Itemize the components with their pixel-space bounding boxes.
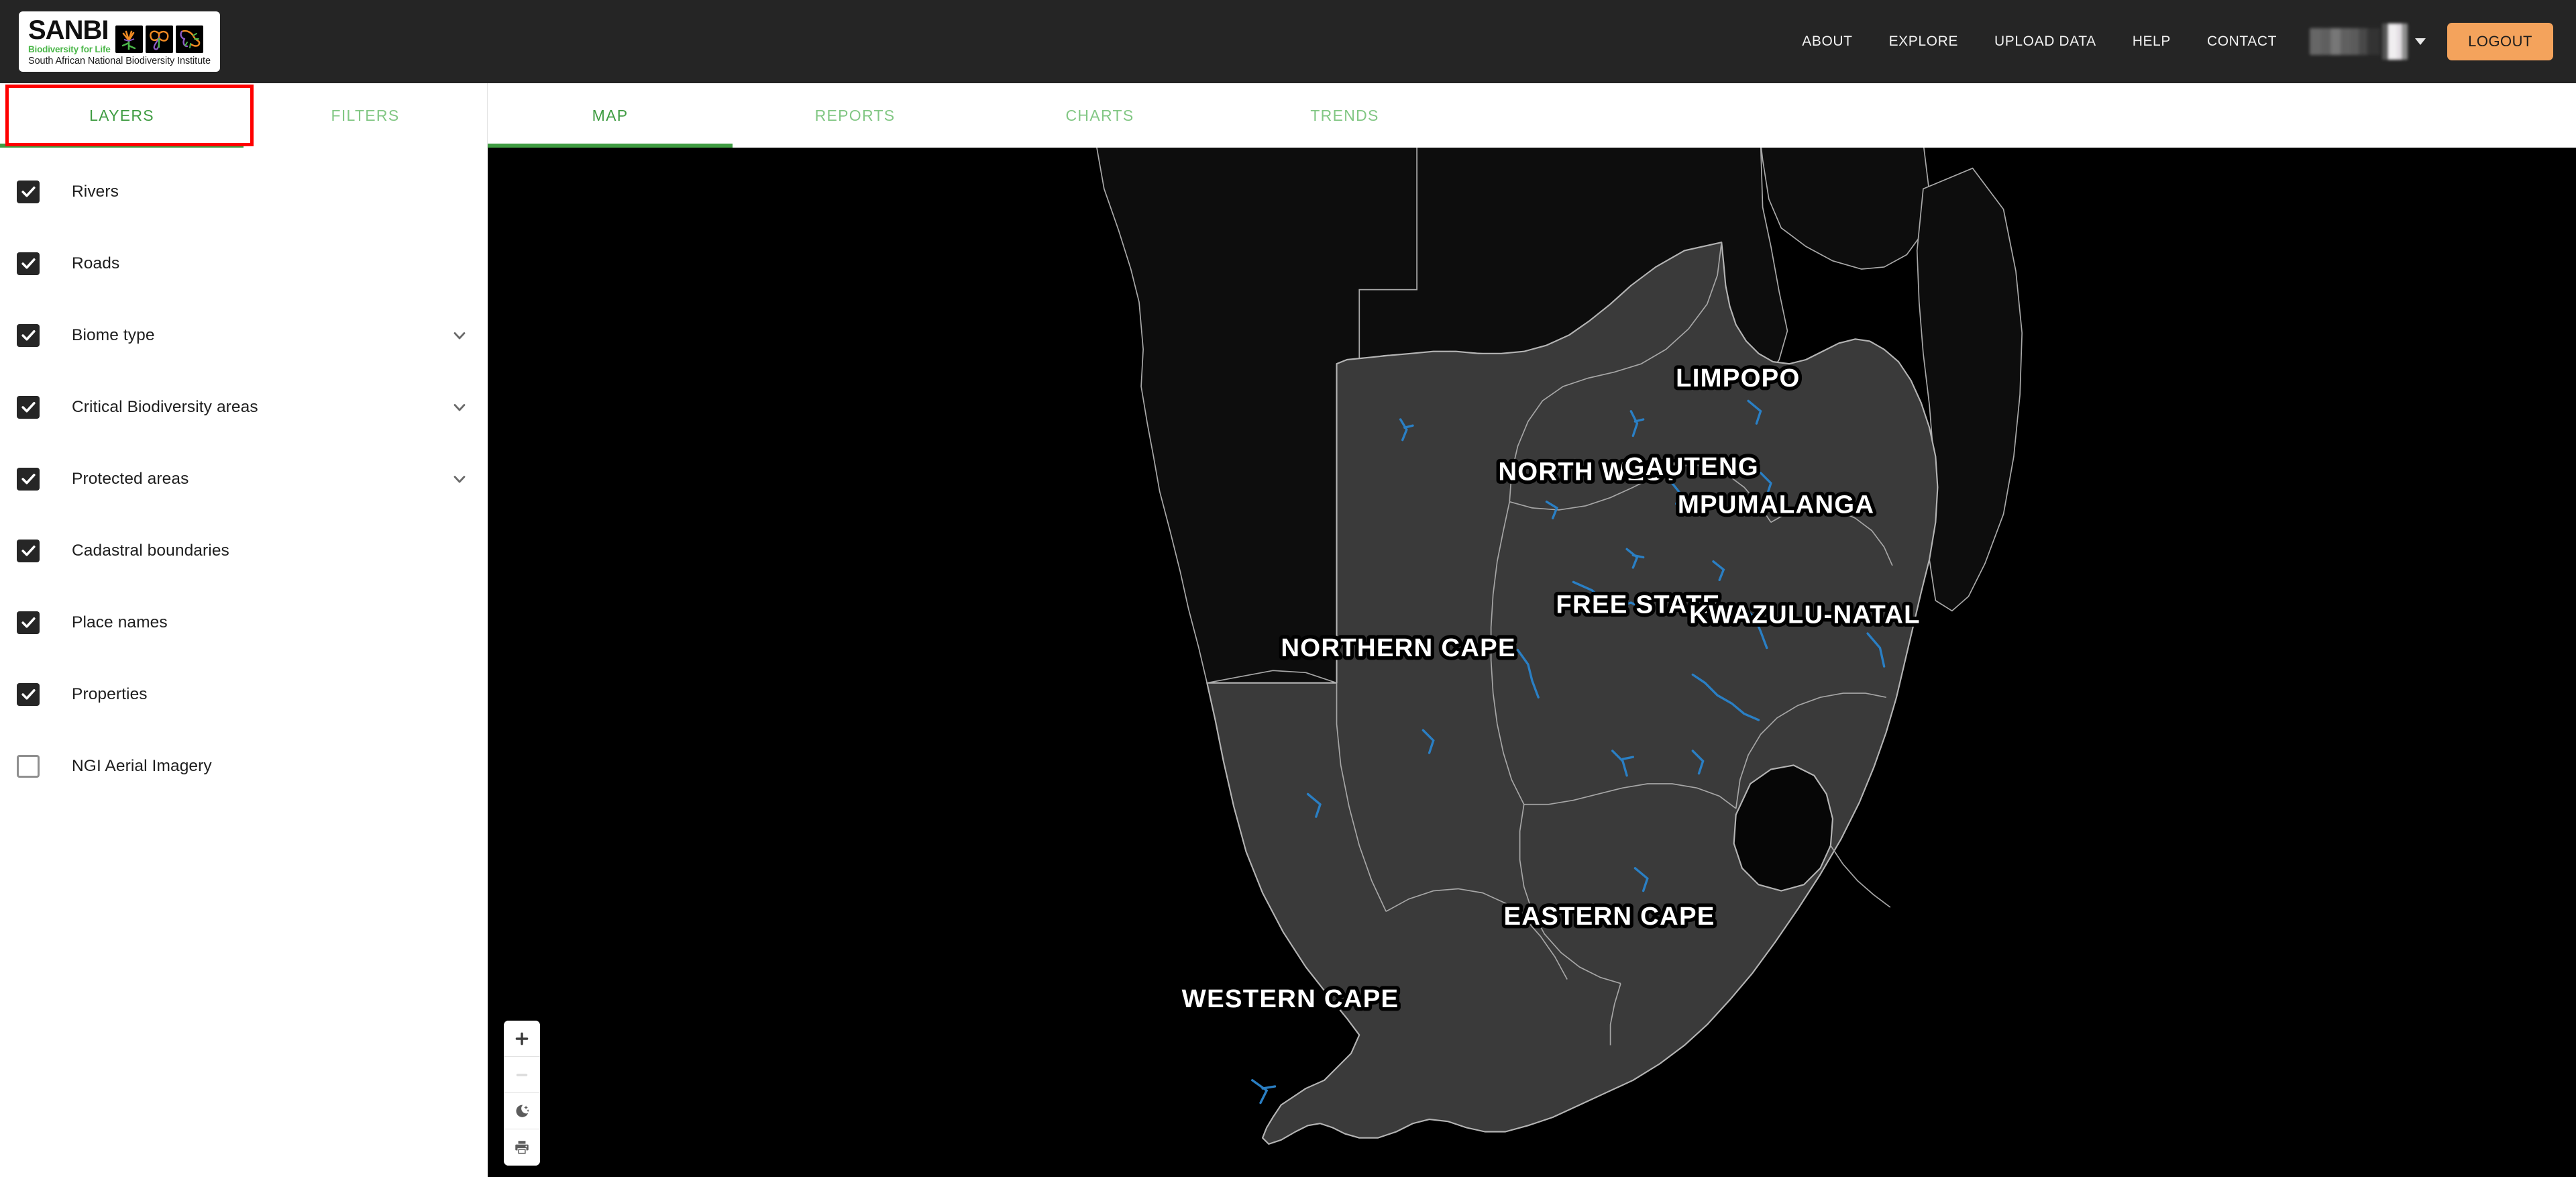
layer-checkbox-critical-biodiversity-areas[interactable] bbox=[17, 395, 40, 419]
layer-checkbox-ngi-aerial-imagery[interactable] bbox=[17, 754, 40, 778]
layer-label-protected-areas: Protected areas bbox=[72, 469, 189, 488]
layers-panel: Rivers Roads Biome type Critical Biodive… bbox=[0, 148, 488, 1177]
gecko-icon bbox=[175, 25, 203, 54]
layer-label-rivers: Rivers bbox=[72, 182, 119, 201]
layer-item-cadastral-boundaries[interactable]: Cadastral boundaries bbox=[0, 515, 488, 586]
layer-checkbox-properties[interactable] bbox=[17, 682, 40, 706]
tab-trends[interactable]: TRENDS bbox=[1222, 83, 1467, 148]
province-label-limpopo: LIMPOPO bbox=[1676, 364, 1800, 393]
layer-label-ngi-aerial-imagery: NGI Aerial Imagery bbox=[72, 756, 212, 775]
layer-item-place-names[interactable]: Place names bbox=[0, 586, 488, 658]
map-canvas[interactable]: LIMPOPO NORTH WEST GAUTENG MPUMALANGA FR… bbox=[488, 148, 2576, 1177]
nav-item-about[interactable]: ABOUT bbox=[1784, 34, 1870, 50]
zoom-in-button[interactable] bbox=[504, 1021, 540, 1057]
layer-label-properties: Properties bbox=[72, 684, 148, 703]
tab-layers[interactable]: LAYERS bbox=[0, 83, 244, 148]
layer-checkbox-place-names[interactable] bbox=[17, 611, 40, 634]
map-svg: LIMPOPO NORTH WEST GAUTENG MPUMALANGA FR… bbox=[997, 148, 2068, 1177]
layer-item-rivers[interactable]: Rivers bbox=[0, 156, 488, 227]
logo-subtitle: South African National Biodiversity Inst… bbox=[28, 56, 211, 67]
logo-icon-tiles bbox=[115, 25, 203, 54]
tab-filters[interactable]: FILTERS bbox=[244, 83, 487, 148]
layer-label-place-names: Place names bbox=[72, 613, 168, 631]
province-label-gauteng: GAUTENG bbox=[1625, 452, 1759, 481]
logout-button[interactable]: LOGOUT bbox=[2447, 23, 2553, 60]
username-redacted-tail bbox=[2382, 23, 2408, 60]
layer-label-cadastral-boundaries: Cadastral boundaries bbox=[72, 541, 229, 560]
strelitzia-flower-icon bbox=[115, 25, 143, 54]
nav-item-upload-data[interactable]: UPLOAD DATA bbox=[1976, 34, 2114, 50]
print-button[interactable] bbox=[504, 1129, 540, 1166]
layer-item-roads[interactable]: Roads bbox=[0, 227, 488, 299]
layer-checkbox-protected-areas[interactable] bbox=[17, 467, 40, 491]
tab-reports[interactable]: REPORTS bbox=[733, 83, 977, 148]
moon-icon bbox=[516, 1105, 530, 1117]
plus-icon bbox=[515, 1032, 529, 1045]
layer-item-biome-type[interactable]: Biome type bbox=[0, 299, 488, 371]
user-menu[interactable] bbox=[2295, 23, 2438, 60]
layer-item-critical-biodiversity-areas[interactable]: Critical Biodiversity areas bbox=[0, 371, 488, 443]
layer-checkbox-cadastral-boundaries[interactable] bbox=[17, 539, 40, 562]
app-header: SANBI Biodiversity for Life South Africa… bbox=[0, 0, 2576, 83]
minus-icon bbox=[516, 1073, 528, 1076]
butterfly-icon bbox=[145, 25, 173, 54]
province-label-western-cape: WESTERN CAPE bbox=[1182, 984, 1399, 1013]
panel-tab-group: LAYERS FILTERS bbox=[0, 83, 488, 148]
tab-bar: LAYERS FILTERS MAP REPORTS CHARTS TRENDS bbox=[0, 83, 2576, 148]
layer-item-ngi-aerial-imagery[interactable]: NGI Aerial Imagery bbox=[0, 730, 488, 802]
layer-label-biome-type: Biome type bbox=[72, 325, 155, 344]
chevron-down-icon[interactable] bbox=[450, 470, 469, 489]
layer-label-roads: Roads bbox=[72, 254, 120, 272]
map-controls bbox=[504, 1021, 540, 1166]
chevron-down-icon bbox=[2415, 38, 2426, 45]
province-label-northern-cape: NORTHERN CAPE bbox=[1281, 633, 1515, 662]
logo-tagline: Biodiversity for Life bbox=[28, 44, 111, 54]
night-mode-button[interactable] bbox=[504, 1093, 540, 1129]
content-tab-group: MAP REPORTS CHARTS TRENDS bbox=[488, 83, 2576, 148]
sanbi-logo[interactable]: SANBI Biodiversity for Life South Africa… bbox=[19, 11, 220, 72]
chevron-down-icon[interactable] bbox=[450, 326, 469, 345]
nav-item-help[interactable]: HELP bbox=[2114, 34, 2189, 50]
zoom-out-button[interactable] bbox=[504, 1057, 540, 1093]
logo-wordmark: SANBI bbox=[28, 15, 109, 46]
nav-item-contact[interactable]: CONTACT bbox=[2189, 34, 2295, 50]
tab-map[interactable]: MAP bbox=[488, 83, 733, 148]
printer-icon bbox=[515, 1141, 529, 1154]
main-nav: ABOUT EXPLORE UPLOAD DATA HELP CONTACT L… bbox=[1784, 23, 2576, 60]
layer-checkbox-rivers[interactable] bbox=[17, 180, 40, 203]
chevron-down-icon[interactable] bbox=[450, 398, 469, 417]
layer-label-critical-biodiversity-areas: Critical Biodiversity areas bbox=[72, 397, 258, 416]
layer-item-protected-areas[interactable]: Protected areas bbox=[0, 443, 488, 515]
province-label-kwazulu-natal: KWAZULU-NATAL bbox=[1689, 601, 1921, 629]
nav-item-explore[interactable]: EXPLORE bbox=[1871, 34, 1976, 50]
tab-charts[interactable]: CHARTS bbox=[977, 83, 1222, 148]
province-label-mpumalanga: MPUMALANGA bbox=[1678, 491, 1874, 519]
layer-checkbox-biome-type[interactable] bbox=[17, 323, 40, 347]
province-label-eastern-cape: EASTERN CAPE bbox=[1503, 902, 1715, 931]
username-redacted bbox=[2310, 28, 2381, 55]
layer-checkbox-roads[interactable] bbox=[17, 252, 40, 275]
layer-item-properties[interactable]: Properties bbox=[0, 658, 488, 730]
